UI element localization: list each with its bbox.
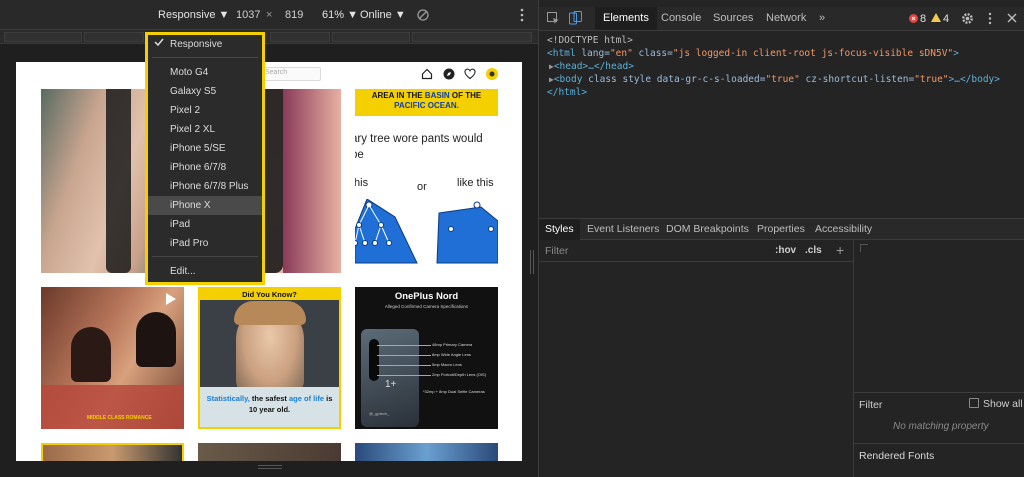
settings-gear-icon[interactable]: [961, 12, 974, 28]
show-all-label: Show all: [983, 398, 1023, 410]
post-thumbnail-romance[interactable]: MIDDLE CLASS ROMANCE: [41, 287, 184, 429]
device-toggle-icon[interactable]: [569, 11, 582, 28]
tab-styles[interactable]: Styles: [539, 219, 580, 240]
throttle-select[interactable]: Online ▼: [360, 9, 406, 21]
hov-toggle[interactable]: :hov: [775, 245, 796, 256]
tab-elements[interactable]: Elements: [595, 7, 657, 30]
dimension-separator: ×: [266, 9, 273, 21]
post-thumbnail-did-you-know[interactable]: Did You Know? Statistically, the safest …: [198, 287, 341, 429]
devtools-tab-bar: Elements Console Sources Network » 8 4: [539, 7, 1024, 31]
tab-console[interactable]: Console: [653, 7, 709, 30]
no-matching-text: No matching property: [893, 421, 989, 432]
panel-divider: [853, 240, 854, 477]
height-input[interactable]: 819: [285, 9, 303, 21]
menu-item-edit[interactable]: Edit...: [148, 262, 262, 281]
heart-icon[interactable]: [464, 68, 476, 83]
avatar[interactable]: [486, 68, 498, 83]
rotate-icon[interactable]: [416, 8, 430, 25]
styles-tab-bar: Styles Event Listeners DOM Breakpoints P…: [539, 218, 1024, 240]
dom-tree: <!DOCTYPE html> <html lang="en" class="j…: [547, 34, 1000, 99]
post-thumbnail-binary-tree[interactable]: AREA IN THE BASIN OF THE PACIFIC OCEAN. …: [355, 89, 498, 273]
resize-handle-right[interactable]: [530, 250, 534, 274]
menu-item-ipad-pro[interactable]: iPad Pro: [148, 234, 262, 253]
dom-doctype[interactable]: <!DOCTYPE html>: [547, 34, 1000, 47]
menu-item-responsive[interactable]: Responsive: [148, 35, 262, 54]
media-query-bar[interactable]: [0, 30, 538, 44]
warning-icon: [931, 13, 941, 25]
dom-head-node[interactable]: ▶<head>…</head>: [547, 60, 1000, 73]
home-icon[interactable]: [421, 68, 433, 83]
menu-item-iphone-6-7-8-plus[interactable]: iPhone 6/7/8 Plus: [148, 177, 262, 196]
device-dropdown-menu: Responsive Moto G4 Galaxy S5 Pixel 2 Pix…: [145, 32, 265, 285]
post-thumbnail-row3-2[interactable]: [198, 443, 341, 461]
menu-item-ipad[interactable]: iPad: [148, 215, 262, 234]
width-input[interactable]: 1037: [236, 9, 260, 21]
post-thumbnail-row3-1[interactable]: [41, 443, 184, 461]
close-icon[interactable]: [1007, 13, 1017, 26]
dom-html-close[interactable]: </html>: [547, 86, 1000, 99]
menu-item-iphone-6-7-8[interactable]: iPhone 6/7/8: [148, 158, 262, 177]
devtools-panel: Elements Console Sources Network » 8 4 <…: [538, 0, 1024, 477]
more-options-icon[interactable]: [520, 8, 524, 25]
dom-html-node[interactable]: <html lang="en" class="js logged-in clie…: [547, 47, 1000, 60]
explore-icon[interactable]: [443, 68, 455, 83]
tab-event-listeners[interactable]: Event Listeners: [581, 219, 665, 240]
show-all-checkbox[interactable]: [969, 398, 979, 408]
post-thumbnail-row3-3[interactable]: [355, 443, 498, 461]
computed-filter-input[interactable]: Filter: [859, 399, 882, 411]
tab-dom-breakpoints[interactable]: DOM Breakpoints: [660, 219, 755, 240]
menu-item-pixel-2[interactable]: Pixel 2: [148, 101, 262, 120]
tab-network[interactable]: Network: [758, 7, 814, 30]
search-input[interactable]: Search: [259, 67, 321, 81]
zoom-select[interactable]: 61% ▼: [322, 9, 358, 21]
rendered-fonts-header[interactable]: Rendered Fonts: [859, 450, 934, 462]
inspect-element-icon[interactable]: [547, 12, 560, 28]
warning-count[interactable]: 4: [943, 13, 949, 25]
tab-sources[interactable]: Sources: [705, 7, 761, 30]
more-tabs-icon[interactable]: »: [811, 7, 833, 30]
video-play-icon: [166, 293, 176, 308]
resize-handle-bottom[interactable]: [258, 465, 282, 469]
post-thumbnail-oneplus-nord[interactable]: OnePlus Nord Alleged Confirmed Camera Sp…: [355, 287, 498, 429]
tab-accessibility[interactable]: Accessibility: [809, 219, 878, 240]
menu-item-iphone-5-se[interactable]: iPhone 5/SE: [148, 139, 262, 158]
dom-body-node[interactable]: ▶<body class style data-gr-c-s-loaded="t…: [547, 73, 1000, 86]
tab-properties[interactable]: Properties: [751, 219, 811, 240]
menu-item-galaxy-s5[interactable]: Galaxy S5: [148, 82, 262, 101]
devtools-menu-icon[interactable]: [988, 12, 992, 28]
device-toolbar: Responsive ▼ 1037 × 819 61% ▼ Online ▼: [0, 0, 538, 30]
emulated-page: Search AREA IN THE BASIN OF THE PACIFIC …: [16, 62, 522, 461]
box-model-edge: [860, 244, 868, 252]
cls-toggle[interactable]: .cls: [805, 245, 822, 256]
error-count[interactable]: 8: [920, 13, 926, 25]
device-select[interactable]: Responsive ▼: [158, 9, 229, 21]
error-icon: [909, 14, 918, 26]
menu-item-iphone-x[interactable]: iPhone X: [148, 196, 262, 215]
styles-filter-input[interactable]: Filter: [545, 245, 568, 257]
new-rule-button[interactable]: +: [836, 242, 844, 258]
menu-item-moto-g4[interactable]: Moto G4: [148, 63, 262, 82]
menu-item-pixel-2-xl[interactable]: Pixel 2 XL: [148, 120, 262, 139]
styles-filter-row: Filter :hov .cls +: [539, 240, 853, 262]
